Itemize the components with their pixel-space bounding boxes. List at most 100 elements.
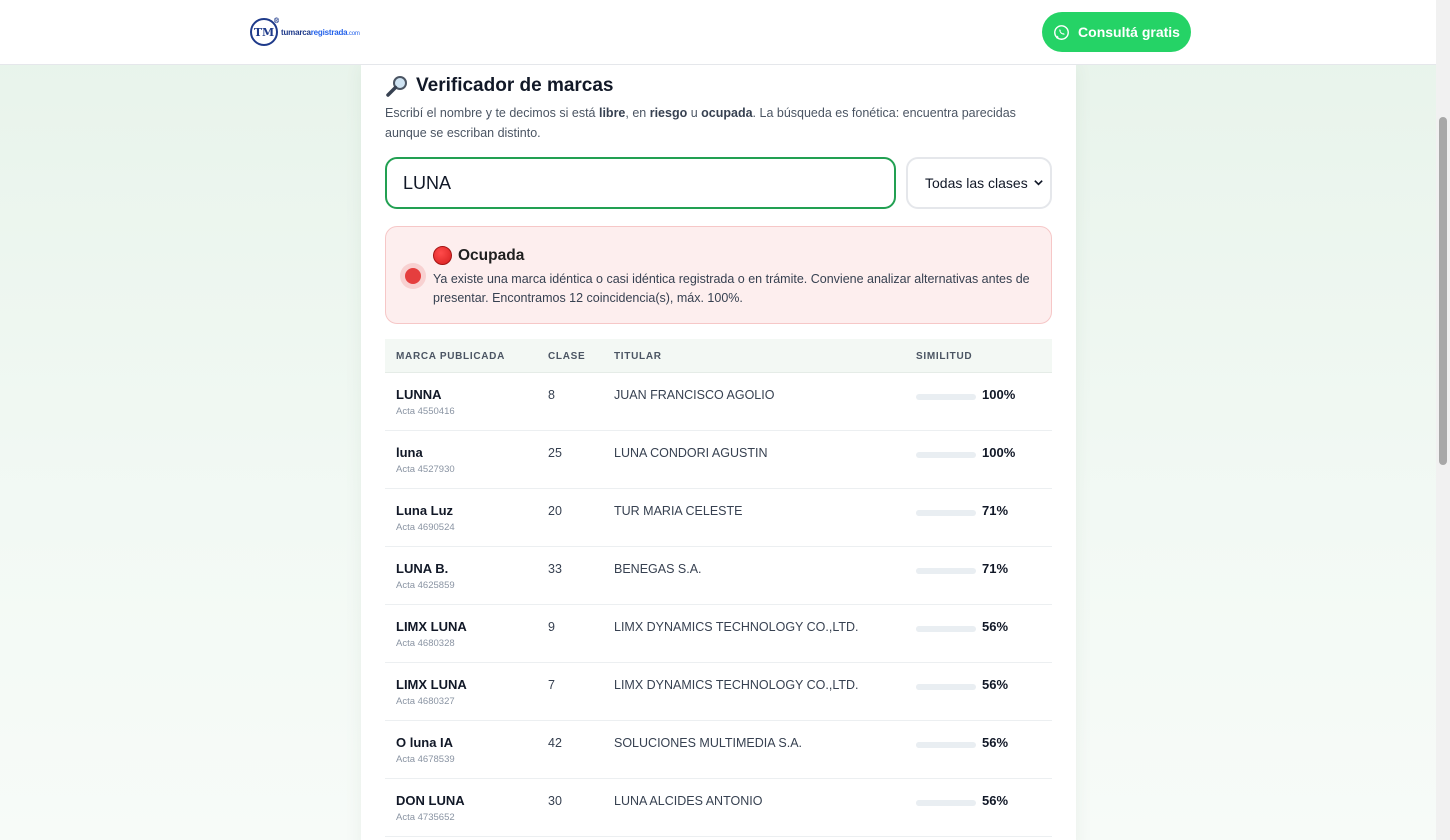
- similarity-bar: [916, 800, 976, 806]
- class-number: 25: [548, 446, 562, 460]
- brand-search-input[interactable]: [385, 157, 896, 209]
- class-number: 8: [548, 388, 555, 402]
- class-number: 30: [548, 794, 562, 808]
- result-message: Ya existe una marca idéntica o casi idén…: [433, 272, 1030, 305]
- column-header-class: CLASE: [548, 351, 586, 362]
- column-header-similarity: SIMILITUD: [916, 351, 973, 362]
- similarity-percent: 56%: [982, 793, 1009, 808]
- similarity-bar: [916, 452, 976, 458]
- logo-text-a: tumarca: [281, 27, 311, 37]
- consult-free-label: Consultá gratis: [1078, 24, 1180, 40]
- class-number: 20: [548, 504, 562, 518]
- similarity-percent: 71%: [982, 503, 1009, 518]
- mark-name: Luna Luz: [396, 503, 454, 518]
- logo-mark: TM ®: [250, 16, 280, 46]
- similarity-percent: 56%: [982, 677, 1009, 692]
- class-filter-value: Todas las clases: [925, 175, 1028, 191]
- scrollbar[interactable]: [1436, 0, 1450, 840]
- similarity-bar: [916, 626, 976, 632]
- similarity-percent: 71%: [982, 561, 1009, 576]
- mark-name: O luna IA: [396, 735, 454, 750]
- table-row[interactable]: LIMX LUNA Acta 4680328 9 LIMX DYNAMICS TECH…: [385, 605, 1052, 663]
- subtitle-free-word: libre: [598, 106, 626, 120]
- table-row[interactable]: luna Acta 4527930 25 LUNA CONDORI AGUSTIN 10…: [385, 431, 1052, 489]
- subtitle-part: , en: [625, 106, 650, 120]
- class-number: 9: [548, 620, 555, 634]
- site-header: TM ® tumarcaregistrada.com Consultá grat…: [0, 0, 1436, 65]
- chevron-down-icon: [1034, 180, 1043, 186]
- similarity-percent: 100%: [982, 387, 1016, 402]
- class-number: 42: [548, 736, 562, 750]
- status-dot-icon: [400, 263, 426, 289]
- table-row[interactable]: LUNA B. Acta 4625859 33 BENEGAS S.A. 71%: [385, 547, 1052, 605]
- acta-number: Acta 4680327: [396, 696, 455, 707]
- similarity-bar-fill: [916, 394, 976, 400]
- results-table-header: MARCA PUBLICADA CLASE TITULAR SIMILITUD: [385, 339, 1052, 373]
- logo-text-c: .com: [347, 30, 360, 37]
- acta-number: Acta 4550416: [396, 406, 455, 417]
- similarity-bar-fill: [916, 510, 959, 516]
- site-logo[interactable]: TM ® tumarcaregistrada.com: [250, 16, 360, 47]
- class-number: 7: [548, 678, 555, 692]
- result-status: Ocupada: [433, 246, 524, 265]
- table-row[interactable]: DON LUNA Acta 4735652 30 LUNA ALCIDES ANTON…: [385, 779, 1052, 837]
- class-filter-select[interactable]: Todas las clases: [906, 157, 1052, 209]
- acta-number: Acta 4625859: [396, 580, 455, 591]
- column-header-owner: TITULAR: [614, 351, 662, 362]
- owner-name: BENEGAS S.A.: [614, 562, 702, 576]
- similarity-percent: 100%: [982, 445, 1016, 460]
- similarity-bar: [916, 394, 976, 400]
- acta-number: Acta 4527930: [396, 464, 455, 475]
- subtitle-taken-word: ocupada: [701, 106, 753, 120]
- whatsapp-icon: [1054, 24, 1069, 40]
- result-alert: Ocupada Ya existe una marca idéntica o c…: [385, 226, 1052, 324]
- column-header-mark: MARCA PUBLICADA: [396, 351, 506, 362]
- similarity-bar: [916, 510, 976, 516]
- similarity-bar-fill: [916, 626, 950, 632]
- subtitle-part: u: [687, 106, 702, 120]
- subtitle-part: Escribí el nombre y te decimos si está: [385, 106, 599, 120]
- acta-number: Acta 4680328: [396, 638, 455, 649]
- owner-name: SOLUCIONES MULTIMEDIA S.A.: [614, 736, 803, 750]
- owner-name: LUNA CONDORI AGUSTIN: [614, 446, 768, 460]
- owner-name: LIMX DYNAMICS TECHNOLOGY CO.,LTD.: [614, 678, 859, 692]
- consult-free-button[interactable]: Consultá gratis: [1042, 12, 1191, 52]
- magnifier-icon: [386, 76, 407, 97]
- mark-name: luna: [396, 445, 423, 460]
- similarity-bar-fill: [916, 684, 950, 690]
- table-row[interactable]: O luna IA Acta 4678539 42 SOLUCIONES MULTIM…: [385, 721, 1052, 779]
- mark-name: LUNA B.: [396, 561, 449, 576]
- owner-name: TUR MARIA CELESTE: [614, 504, 743, 518]
- acta-number: Acta 4678539: [396, 754, 455, 765]
- mark-name: LIMX LUNA: [396, 677, 467, 692]
- owner-name: LUNA ALCIDES ANTONIO: [614, 794, 763, 808]
- mark-name: LUNNA: [396, 387, 442, 402]
- similarity-bar: [916, 568, 976, 574]
- similarity-percent: 56%: [982, 735, 1009, 750]
- checker-title-text: Verificador de marcas: [416, 75, 614, 96]
- mark-name: DON LUNA: [396, 793, 465, 808]
- similarity-percent: 56%: [982, 619, 1009, 634]
- acta-number: Acta 4690524: [396, 522, 455, 533]
- similarity-bar: [916, 742, 976, 748]
- table-row[interactable]: LIMX LUNA Acta 4680327 7 LIMX DYNAMICS TECH…: [385, 663, 1052, 721]
- similarity-bar-fill: [916, 800, 950, 806]
- similarity-bar-fill: [916, 568, 959, 574]
- subtitle-risk-word: riesgo: [649, 106, 688, 120]
- owner-name: JUAN FRANCISCO AGOLIO: [614, 388, 775, 402]
- class-number: 33: [548, 562, 562, 576]
- similarity-bar-fill: [916, 452, 976, 458]
- checker-title: Verificador de marcas: [385, 73, 614, 99]
- table-row[interactable]: LUNNA Acta 4550416 8 JUAN FRANCISCO AGOLIO 1…: [385, 373, 1052, 431]
- acta-number: Acta 4735652: [396, 812, 455, 823]
- mark-name: LIMX LUNA: [396, 619, 467, 634]
- table-row[interactable]: Luna Luz Acta 4690524 20 TUR MARIA CELESTE 7…: [385, 489, 1052, 547]
- result-status-text: Ocupada: [458, 246, 525, 264]
- scrollbar-thumb[interactable]: [1439, 117, 1447, 465]
- checker-subtitle: Escribí el nombre y te decimos si está l…: [385, 103, 1050, 143]
- logo-mark-text: TM: [253, 25, 275, 39]
- similarity-bar: [916, 684, 976, 690]
- red-circle-icon: [433, 246, 452, 265]
- similarity-bar-fill: [916, 742, 950, 748]
- logo-text: tumarcaregistrada.com: [281, 28, 360, 37]
